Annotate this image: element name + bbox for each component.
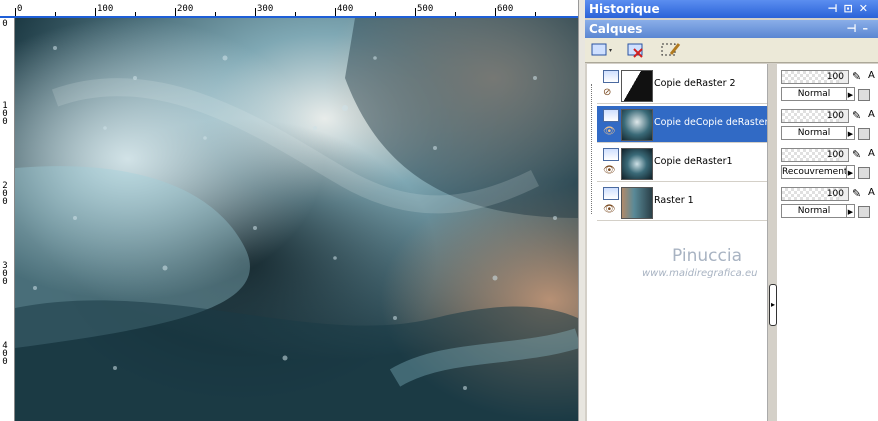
layers-list: ⊘ Copie deRaster 2 👁 Copie deCopie deRas… <box>587 64 777 421</box>
edit-selection-icon <box>661 43 681 56</box>
image-canvas[interactable] <box>15 18 578 421</box>
canvas-artwork <box>15 18 578 421</box>
opacity-value: 100 <box>826 111 844 121</box>
edit-layer-icon[interactable]: ✎ <box>852 70 864 84</box>
opacity-value: 100 <box>826 72 844 82</box>
blend-dropdown-arrow-icon[interactable]: ▶ <box>847 126 855 140</box>
layers-toolbar <box>585 38 878 63</box>
layer-row[interactable]: ⊘ Copie deRaster 2 <box>597 67 767 104</box>
raster-layer-icon <box>603 70 619 83</box>
lock-icon[interactable] <box>858 89 870 101</box>
watermark-url: www.maidiregrafica.eu <box>642 268 758 279</box>
lock-icon[interactable] <box>858 128 870 140</box>
blend-dropdown-arrow-icon[interactable]: ▶ <box>847 165 855 179</box>
layer-thumbnail <box>621 148 653 180</box>
watermark-name: Pinuccia <box>672 246 742 266</box>
history-panel-controls[interactable]: ⊣⊡✕ <box>828 0 875 18</box>
raster-layer-icon <box>603 109 619 122</box>
blend-dropdown-arrow-icon[interactable]: ▶ <box>847 204 855 218</box>
horizontal-ruler: 0 100 200 300 400 500 600 <box>0 0 583 18</box>
layer-row[interactable]: 👁 Raster 1 <box>597 184 767 221</box>
opacity-slider[interactable]: 100 <box>781 148 849 162</box>
layers-title-label: Calques <box>589 22 643 36</box>
blend-mode-select[interactable]: Normal <box>781 126 847 140</box>
opacity-slider[interactable]: 100 <box>781 187 849 201</box>
history-panel-title[interactable]: Historique ⊣⊡✕ <box>585 0 878 18</box>
layer-letter: A <box>868 148 875 159</box>
lock-icon[interactable] <box>858 206 870 218</box>
layer-letter: A <box>868 70 875 81</box>
layer-properties-column: 100 ✎ A Normal ▶ 100 ✎ A Normal ▶ 100 ✎ … <box>777 64 878 421</box>
blend-mode-select[interactable]: Normal <box>781 87 847 101</box>
layer-thumbnail <box>621 109 653 141</box>
layer-name: Copie deCopie deRaster 1 <box>654 117 778 128</box>
raster-layer-icon <box>603 187 619 200</box>
blend-dropdown-arrow-icon[interactable]: ▶ <box>847 87 855 101</box>
layer-props-row: 100 ✎ A Normal ▶ <box>780 106 878 143</box>
opacity-slider[interactable]: 100 <box>781 109 849 123</box>
layer-name: Raster 1 <box>654 195 694 206</box>
visibility-eye-icon[interactable]: 👁 <box>603 126 616 137</box>
layer-thumbnail <box>621 187 653 219</box>
delete-layer-button[interactable] <box>625 40 651 60</box>
visibility-hidden-icon[interactable]: ⊘ <box>603 87 611 98</box>
new-raster-layer-icon <box>591 43 612 56</box>
splitter-handle-icon[interactable]: ▸ <box>769 284 777 326</box>
opacity-value: 100 <box>826 150 844 160</box>
ruler-left-label: 400 <box>2 341 8 367</box>
opacity-slider[interactable]: 100 <box>781 70 849 84</box>
edit-layer-icon[interactable]: ✎ <box>852 148 864 162</box>
opacity-value: 100 <box>826 189 844 199</box>
layer-props-row: 100 ✎ A Recouvrement ▶ <box>780 145 878 182</box>
raster-layer-icon <box>603 148 619 161</box>
history-title-label: Historique <box>589 2 660 16</box>
layer-props-row: 100 ✎ A Normal ▶ <box>780 67 878 104</box>
visibility-eye-icon[interactable]: 👁 <box>603 204 616 215</box>
layers-panel-controls[interactable]: ⊣– <box>846 20 874 38</box>
ruler-top-ticks <box>15 8 536 16</box>
edit-layer-icon[interactable]: ✎ <box>852 187 864 201</box>
ruler-left-label: 300 <box>2 261 8 287</box>
layer-letter: A <box>868 109 875 120</box>
vertical-ruler: 0 100 200 300 400 <box>0 18 15 421</box>
edit-layer-icon[interactable]: ✎ <box>852 109 864 123</box>
canvas-scroll-strip[interactable] <box>578 0 585 421</box>
edit-selection-button[interactable] <box>659 40 685 60</box>
blend-mode-select[interactable]: Recouvrement <box>781 165 847 179</box>
layer-letter: A <box>868 187 875 198</box>
layer-row[interactable]: 👁 Copie deRaster1 <box>597 145 767 182</box>
delete-layer-icon <box>627 43 643 58</box>
new-raster-layer-button[interactable] <box>589 40 615 60</box>
lock-icon[interactable] <box>858 167 870 179</box>
ruler-left-label: 0 <box>2 19 8 29</box>
layer-name: Copie deRaster 2 <box>654 78 736 89</box>
layer-thumbnail <box>621 70 653 102</box>
layers-panel-title[interactable]: Calques ⊣– <box>585 20 878 38</box>
ruler-left-label: 100 <box>2 101 8 127</box>
layer-group-tree-line <box>591 84 592 214</box>
visibility-eye-icon[interactable]: 👁 <box>603 165 616 176</box>
layer-row-selected[interactable]: 👁 Copie deCopie deRaster 1 <box>597 106 777 143</box>
blend-mode-select[interactable]: Normal <box>781 204 847 218</box>
layer-props-row: 100 ✎ A Normal ▶ <box>780 184 878 221</box>
layer-name: Copie deRaster1 <box>654 156 733 167</box>
ruler-left-label: 200 <box>2 181 8 207</box>
